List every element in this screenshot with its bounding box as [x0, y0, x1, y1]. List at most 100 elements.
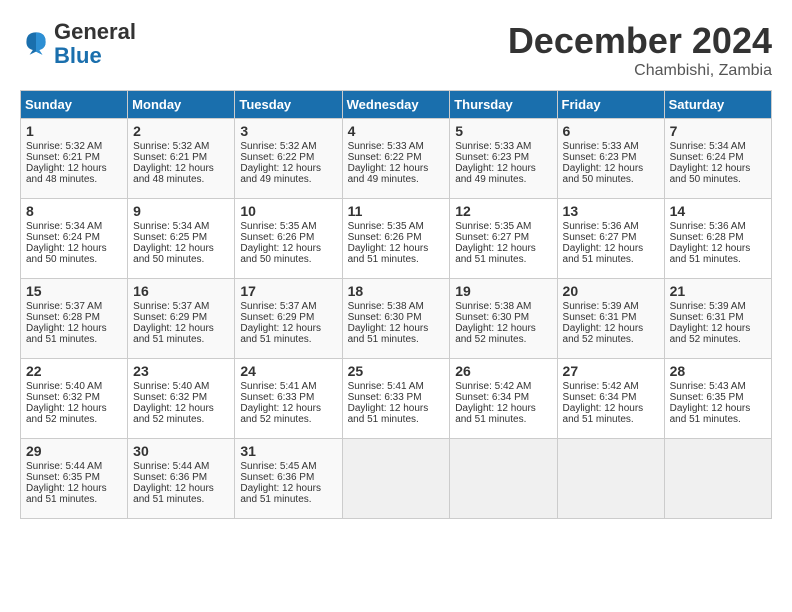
calendar-cell: 16Sunrise: 5:37 AMSunset: 6:29 PMDayligh…	[128, 279, 235, 359]
cell-info: Sunrise: 5:36 AMSunset: 6:28 PMDaylight:…	[670, 221, 751, 265]
calendar-cell: 19 Sunrise: 5:38 AMSunset: 6:30 PMDayligh…	[450, 279, 557, 359]
calendar-cell: 20 Sunrise: 5:39 AMSunset: 6:31 PMDayligh…	[557, 279, 664, 359]
calendar-cell	[664, 439, 771, 519]
cell-info: Sunrise: 5:37 AMSunset: 6:28 PMDaylight:…	[26, 301, 107, 345]
cell-info: Sunrise: 5:32 AMSunset: 6:21 PMDaylight:…	[133, 141, 214, 185]
calendar-cell: 26 Sunrise: 5:42 AMSunset: 6:34 PMDayligh…	[450, 359, 557, 439]
logo-line2: Blue	[54, 44, 136, 68]
calendar-cell: 25Sunrise: 5:41 AMSunset: 6:33 PMDayligh…	[342, 359, 450, 439]
day-number: 1	[26, 123, 122, 139]
day-number: 21	[670, 283, 766, 299]
calendar-cell: 15 Sunrise: 5:37 AMSunset: 6:28 PMDayligh…	[21, 279, 128, 359]
calendar-cell: 17Sunrise: 5:37 AMSunset: 6:29 PMDayligh…	[235, 279, 342, 359]
calendar-cell: 28Sunrise: 5:43 AMSunset: 6:35 PMDayligh…	[664, 359, 771, 439]
cell-info: Sunrise: 5:38 AMSunset: 6:30 PMDaylight:…	[455, 301, 536, 345]
header-sunday: Sunday	[21, 91, 128, 119]
day-number: 2	[133, 123, 229, 139]
cell-info: Sunrise: 5:32 AMSunset: 6:21 PMDaylight:…	[26, 141, 107, 185]
cell-info: Sunrise: 5:32 AMSunset: 6:22 PMDaylight:…	[240, 141, 321, 185]
logo-line1: General	[54, 20, 136, 44]
day-number: 7	[670, 123, 766, 139]
day-number: 6	[563, 123, 659, 139]
calendar-cell: 24 Sunrise: 5:41 AMSunset: 6:33 PMDayligh…	[235, 359, 342, 439]
calendar-week-row: 29Sunrise: 5:44 AMSunset: 6:35 PMDayligh…	[21, 439, 772, 519]
day-number: 11	[348, 203, 445, 219]
calendar-cell: 14 Sunrise: 5:36 AMSunset: 6:28 PMDayligh…	[664, 199, 771, 279]
day-number: 28	[670, 363, 766, 379]
header-saturday: Saturday	[664, 91, 771, 119]
day-number: 18	[348, 283, 445, 299]
cell-info: Sunrise: 5:39 AMSunset: 6:31 PMDaylight:…	[670, 301, 751, 345]
calendar-cell: 23 Sunrise: 5:40 AMSunset: 6:32 PMDayligh…	[128, 359, 235, 439]
calendar-cell: 22Sunrise: 5:40 AMSunset: 6:32 PMDayligh…	[21, 359, 128, 439]
calendar-cell: 31Sunrise: 5:45 AMSunset: 6:36 PMDayligh…	[235, 439, 342, 519]
cell-info: Sunrise: 5:40 AMSunset: 6:32 PMDaylight:…	[26, 381, 107, 425]
cell-info: Sunrise: 5:35 AMSunset: 6:26 PMDaylight:…	[240, 221, 321, 265]
cell-info: Sunrise: 5:33 AMSunset: 6:22 PMDaylight:…	[348, 141, 429, 185]
day-number: 26	[455, 363, 551, 379]
calendar-header-row: SundayMondayTuesdayWednesdayThursdayFrid…	[21, 91, 772, 119]
day-number: 3	[240, 123, 336, 139]
cell-info: Sunrise: 5:33 AMSunset: 6:23 PMDaylight:…	[563, 141, 644, 185]
cell-info: Sunrise: 5:39 AMSunset: 6:31 PMDaylight:…	[563, 301, 644, 345]
day-number: 23	[133, 363, 229, 379]
cell-info: Sunrise: 5:37 AMSunset: 6:29 PMDaylight:…	[133, 301, 214, 345]
month-title: December 2024	[508, 20, 772, 62]
cell-info: Sunrise: 5:41 AMSunset: 6:33 PMDaylight:…	[240, 381, 321, 425]
day-number: 13	[563, 203, 659, 219]
day-number: 19	[455, 283, 551, 299]
calendar-cell	[450, 439, 557, 519]
day-number: 15	[26, 283, 122, 299]
cell-info: Sunrise: 5:34 AMSunset: 6:24 PMDaylight:…	[26, 221, 107, 265]
day-number: 27	[563, 363, 659, 379]
header-monday: Monday	[128, 91, 235, 119]
day-number: 5	[455, 123, 551, 139]
cell-info: Sunrise: 5:40 AMSunset: 6:32 PMDaylight:…	[133, 381, 214, 425]
header-tuesday: Tuesday	[235, 91, 342, 119]
day-number: 14	[670, 203, 766, 219]
day-number: 30	[133, 443, 229, 459]
calendar-week-row: 15 Sunrise: 5:37 AMSunset: 6:28 PMDayligh…	[21, 279, 772, 359]
title-block: December 2024 Chambishi, Zambia	[508, 20, 772, 80]
cell-info: Sunrise: 5:42 AMSunset: 6:34 PMDaylight:…	[455, 381, 536, 425]
cell-info: Sunrise: 5:35 AMSunset: 6:27 PMDaylight:…	[455, 221, 536, 265]
cell-info: Sunrise: 5:34 AMSunset: 6:25 PMDaylight:…	[133, 221, 214, 265]
header-thursday: Thursday	[450, 91, 557, 119]
calendar-week-row: 1 Sunrise: 5:32 AMSunset: 6:21 PMDaylight…	[21, 119, 772, 199]
calendar-week-row: 8 Sunrise: 5:34 AMSunset: 6:24 PMDaylight…	[21, 199, 772, 279]
calendar-cell: 4 Sunrise: 5:33 AMSunset: 6:22 PMDaylight…	[342, 119, 450, 199]
calendar-cell	[557, 439, 664, 519]
calendar-cell: 1 Sunrise: 5:32 AMSunset: 6:21 PMDaylight…	[21, 119, 128, 199]
cell-info: Sunrise: 5:42 AMSunset: 6:34 PMDaylight:…	[563, 381, 644, 425]
day-number: 9	[133, 203, 229, 219]
calendar-cell: 5Sunrise: 5:33 AMSunset: 6:23 PMDaylight…	[450, 119, 557, 199]
calendar-cell: 11 Sunrise: 5:35 AMSunset: 6:26 PMDayligh…	[342, 199, 450, 279]
cell-info: Sunrise: 5:38 AMSunset: 6:30 PMDaylight:…	[348, 301, 429, 345]
cell-info: Sunrise: 5:44 AMSunset: 6:36 PMDaylight:…	[133, 461, 214, 505]
day-number: 29	[26, 443, 122, 459]
cell-info: Sunrise: 5:35 AMSunset: 6:26 PMDaylight:…	[348, 221, 429, 265]
calendar-week-row: 22Sunrise: 5:40 AMSunset: 6:32 PMDayligh…	[21, 359, 772, 439]
day-number: 8	[26, 203, 122, 219]
calendar-cell: 9 Sunrise: 5:34 AMSunset: 6:25 PMDaylight…	[128, 199, 235, 279]
logo-icon	[20, 26, 52, 58]
day-number: 20	[563, 283, 659, 299]
day-number: 12	[455, 203, 551, 219]
calendar-cell: 13 Sunrise: 5:36 AMSunset: 6:27 PMDayligh…	[557, 199, 664, 279]
day-number: 4	[348, 123, 445, 139]
cell-info: Sunrise: 5:45 AMSunset: 6:36 PMDaylight:…	[240, 461, 321, 505]
calendar-cell: 3 Sunrise: 5:32 AMSunset: 6:22 PMDaylight…	[235, 119, 342, 199]
header-wednesday: Wednesday	[342, 91, 450, 119]
calendar-cell: 30 Sunrise: 5:44 AMSunset: 6:36 PMDayligh…	[128, 439, 235, 519]
calendar-cell: 6 Sunrise: 5:33 AMSunset: 6:23 PMDaylight…	[557, 119, 664, 199]
cell-info: Sunrise: 5:36 AMSunset: 6:27 PMDaylight:…	[563, 221, 644, 265]
logo: General Blue	[20, 20, 136, 68]
day-number: 10	[240, 203, 336, 219]
calendar-cell: 27 Sunrise: 5:42 AMSunset: 6:34 PMDayligh…	[557, 359, 664, 439]
day-number: 25	[348, 363, 445, 379]
day-number: 24	[240, 363, 336, 379]
cell-info: Sunrise: 5:34 AMSunset: 6:24 PMDaylight:…	[670, 141, 751, 185]
calendar-cell: 10 Sunrise: 5:35 AMSunset: 6:26 PMDayligh…	[235, 199, 342, 279]
calendar-cell: 7 Sunrise: 5:34 AMSunset: 6:24 PMDaylight…	[664, 119, 771, 199]
header-friday: Friday	[557, 91, 664, 119]
